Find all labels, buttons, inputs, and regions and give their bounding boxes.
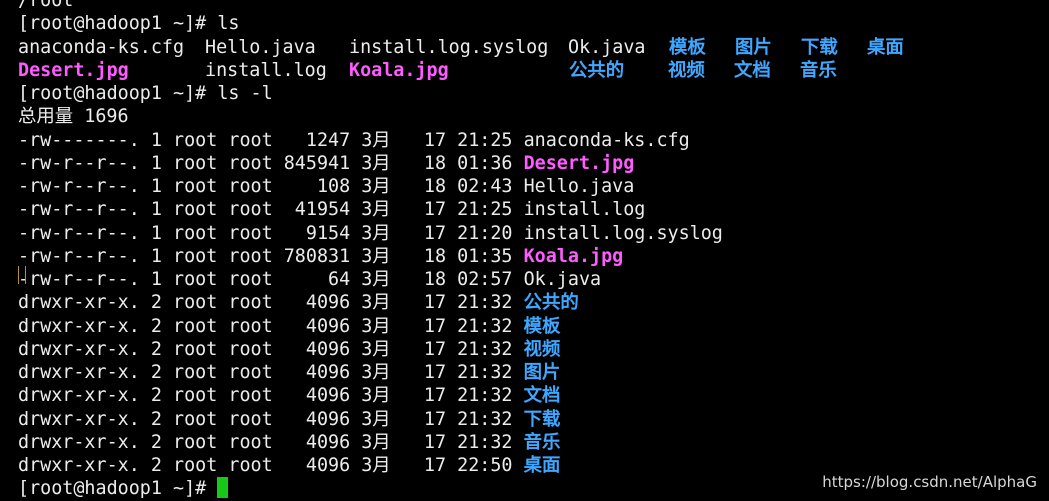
listing-row: drwxr-xr-x. 2 root root 4096 3月 17 21:32… xyxy=(18,361,1049,384)
listing-meta: -rw-------. 1 root root 1247 3月 17 21:25 xyxy=(18,129,524,151)
long-listing: -rw-------. 1 root root 1247 3月 17 21:25… xyxy=(18,129,1049,478)
ls-entry-dir: 图片 xyxy=(735,36,772,58)
command-line-ls-l: [root@hadoop1 ~]# ls -l xyxy=(18,82,1049,105)
listing-meta: -rw-r--r--. 1 root root 108 3月 18 02:43 xyxy=(18,176,524,197)
listing-meta: -rw-r--r--. 1 root root 41954 3月 17 21:2… xyxy=(18,199,524,221)
listing-row: drwxr-xr-x. 2 root root 4096 3月 17 21:32… xyxy=(18,338,1049,361)
listing-meta: drwxr-xr-x. 2 root root 4096 3月 17 21:32 xyxy=(18,338,524,360)
listing-meta: drwxr-xr-x. 2 root root 4096 3月 17 21:32 xyxy=(18,431,524,453)
listing-row: -rw-r--r--. 1 root root 780831 3月 18 01:… xyxy=(18,245,1049,268)
listing-meta: drwxr-xr-x. 2 root root 4096 3月 17 21:32 xyxy=(18,362,524,383)
ls-entry-dir: 音乐 xyxy=(800,59,837,81)
listing-meta: drwxr-xr-x. 2 root root 4096 3月 17 21:32 xyxy=(18,315,524,337)
listing-row: -rw-r--r--. 1 root root 845941 3月 18 01:… xyxy=(18,152,1049,175)
terminal-window[interactable]: /root [root@hadoop1 ~]# ls anaconda-ks.c… xyxy=(18,0,1049,500)
ls-entry-dir: 模板 xyxy=(669,36,706,58)
listing-filename: Hello.java xyxy=(523,176,635,197)
listing-row: -rw-r--r--. 1 root root 108 3月 18 02:43 … xyxy=(18,175,1049,198)
ls-output-row-1: anaconda-ks.cfg Hello.java install.log.sys… xyxy=(18,36,1049,59)
listing-filename: 图片 xyxy=(523,362,561,383)
listing-row: -rw-------. 1 root root 1247 3月 17 21:25… xyxy=(18,129,1049,152)
listing-row: drwxr-xr-x. 2 root root 4096 3月 17 21:32… xyxy=(18,315,1049,338)
listing-meta: -rw-r--r--. 1 root root 780831 3月 18 01:… xyxy=(18,245,524,267)
listing-meta: -rw-r--r--. 1 root root 845941 3月 18 01:… xyxy=(18,152,524,174)
listing-meta: drwxr-xr-x. 2 root root 4096 3月 17 21:32 xyxy=(18,292,524,314)
top-partial-line: /root xyxy=(18,0,1049,12)
listing-row: -rw-r--r--. 1 root root 41954 3月 17 21:2… xyxy=(18,198,1049,221)
ls-entry-dir: 文档 xyxy=(734,59,771,81)
listing-row: -rw-r--r--. 1 root root 9154 3月 17 21:20… xyxy=(18,222,1049,245)
listing-meta: drwxr-xr-x. 2 root root 4096 3月 17 21:32 xyxy=(18,408,524,430)
command-text: ls -l xyxy=(217,83,273,104)
total-line: 总用量 1696 xyxy=(18,105,1049,128)
command-line-ls: [root@hadoop1 ~]# ls xyxy=(18,12,1049,35)
ls-entry: anaconda-ks.cfg xyxy=(18,36,185,58)
ls-entry-dir: 视频 xyxy=(668,59,705,81)
ls-entry-image: Koala.jpg xyxy=(349,59,449,81)
listing-meta: drwxr-xr-x. 2 root root 4096 3月 17 22:50 xyxy=(18,455,524,476)
ls-output-row-2: Desert.jpg install.log Koala.jpg 公共的 视频 文档 音乐 xyxy=(18,59,1049,82)
top-fragment: /root xyxy=(18,0,74,11)
shell-prompt: [root@hadoop1 ~]# xyxy=(18,83,218,104)
shell-prompt: [root@hadoop1 ~]# xyxy=(18,478,218,500)
ls-entry: Hello.java xyxy=(205,36,316,58)
ls-entry: install.log.syslog xyxy=(349,36,549,58)
listing-filename: Ok.java xyxy=(523,269,602,290)
listing-meta: -rw-r--r--. 1 root root 9154 3月 17 21:20 xyxy=(18,222,524,244)
listing-meta: -rw-r--r--. 1 root root 64 3月 18 02:57 xyxy=(18,269,524,290)
listing-row: drwxr-xr-x. 2 root root 4096 3月 17 21:32… xyxy=(18,384,1049,407)
listing-row: -rw-r--r--. 1 root root 64 3月 18 02:57 O… xyxy=(18,268,1049,291)
listing-filename: Desert.jpg xyxy=(523,152,635,174)
listing-filename: 公共的 xyxy=(523,292,579,314)
listing-filename: install.log xyxy=(523,199,646,221)
listing-filename: 桌面 xyxy=(523,455,561,476)
command-text: ls xyxy=(217,13,240,35)
listing-filename: 视频 xyxy=(523,338,561,360)
listing-filename: anaconda-ks.cfg xyxy=(523,129,690,151)
listing-filename: 文档 xyxy=(523,385,561,407)
listing-filename: 模板 xyxy=(523,315,561,337)
ls-entry-image: Desert.jpg xyxy=(18,59,129,81)
listing-filename: Koala.jpg xyxy=(523,245,624,267)
listing-row: drwxr-xr-x. 2 root root 4096 3月 17 21:32… xyxy=(18,408,1049,431)
listing-filename: install.log.syslog xyxy=(523,222,723,244)
listing-row: drwxr-xr-x. 2 root root 4096 3月 17 21:32… xyxy=(18,291,1049,314)
ls-entry-dir: 公共的 xyxy=(569,59,625,81)
listing-meta: drwxr-xr-x. 2 root root 4096 3月 17 21:32 xyxy=(18,385,524,407)
watermark: https://blog.csdn.net/AlphaG xyxy=(822,473,1037,491)
listing-filename: 音乐 xyxy=(523,431,561,453)
listing-filename: 下载 xyxy=(523,408,561,430)
shell-prompt: [root@hadoop1 ~]# xyxy=(18,13,218,35)
ls-entry: Ok.java xyxy=(568,36,646,58)
ls-entry-dir: 下载 xyxy=(801,36,838,58)
ls-entry: install.log xyxy=(205,59,327,81)
ls-entry-dir: 桌面 xyxy=(867,36,904,58)
text-cursor-ibeam-icon xyxy=(18,266,26,284)
total-text: 总用量 1696 xyxy=(18,106,129,128)
terminal-cursor[interactable] xyxy=(217,477,229,499)
listing-row: drwxr-xr-x. 2 root root 4096 3月 17 21:32… xyxy=(18,431,1049,454)
